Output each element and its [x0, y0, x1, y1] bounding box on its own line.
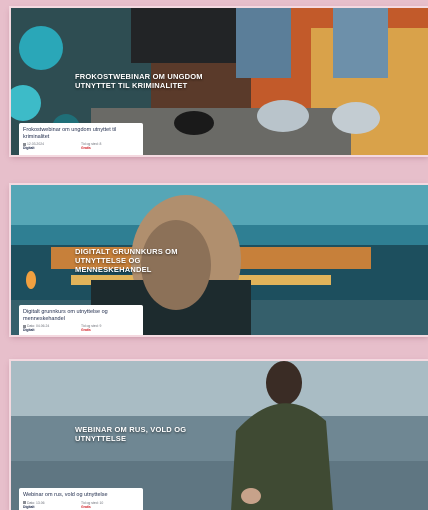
course-hero-title: FROKOSTWEBINAR OM UNGDOM UTNYTTET TIL KR… [75, 72, 203, 90]
course-card-2[interactable]: DIGITALT GRUNNKURS OM UTNYTTELSE OG MENN… [11, 185, 428, 335]
calendar-icon [23, 142, 26, 146]
course-format: Digitalt [23, 146, 35, 151]
course-title-link[interactable]: Webinar om rus, vold og utnyttelse [23, 492, 139, 499]
course-title-link[interactable]: Digitalt grunnkurs om utnyttelse og menn… [23, 309, 139, 322]
course-format: Digitalt [23, 328, 35, 333]
course-price: Gratis [81, 504, 91, 509]
course-format: Digitalt [23, 504, 35, 509]
course-info-panel[interactable]: Digitalt grunnkurs om utnyttelse og menn… [19, 305, 143, 335]
course-price: Gratis [81, 328, 91, 333]
calendar-icon [23, 501, 26, 505]
course-title-link[interactable]: Frokostwebinar om ungdom utnyttet til kr… [23, 127, 139, 140]
course-hero-title: DIGITALT GRUNNKURS OM UTNYTTELSE OG MENN… [75, 247, 178, 274]
course-hero-title: WEBINAR OM RUS, VOLD OG UTNYTTELSE [75, 425, 187, 443]
course-card-3[interactable]: WEBINAR OM RUS, VOLD OG UTNYTTELSE Webin… [11, 361, 428, 510]
course-price: Gratis [81, 146, 91, 151]
course-date: Dato: 13.06 [27, 500, 45, 505]
course-info-panel[interactable]: Webinar om rus, vold og utnyttelse Dato:… [19, 488, 143, 510]
calendar-icon [23, 324, 26, 328]
course-card-1[interactable]: FROKOSTWEBINAR OM UNGDOM UTNYTTET TIL KR… [11, 8, 428, 155]
course-info-panel[interactable]: Frokostwebinar om ungdom utnyttet til kr… [19, 123, 143, 155]
